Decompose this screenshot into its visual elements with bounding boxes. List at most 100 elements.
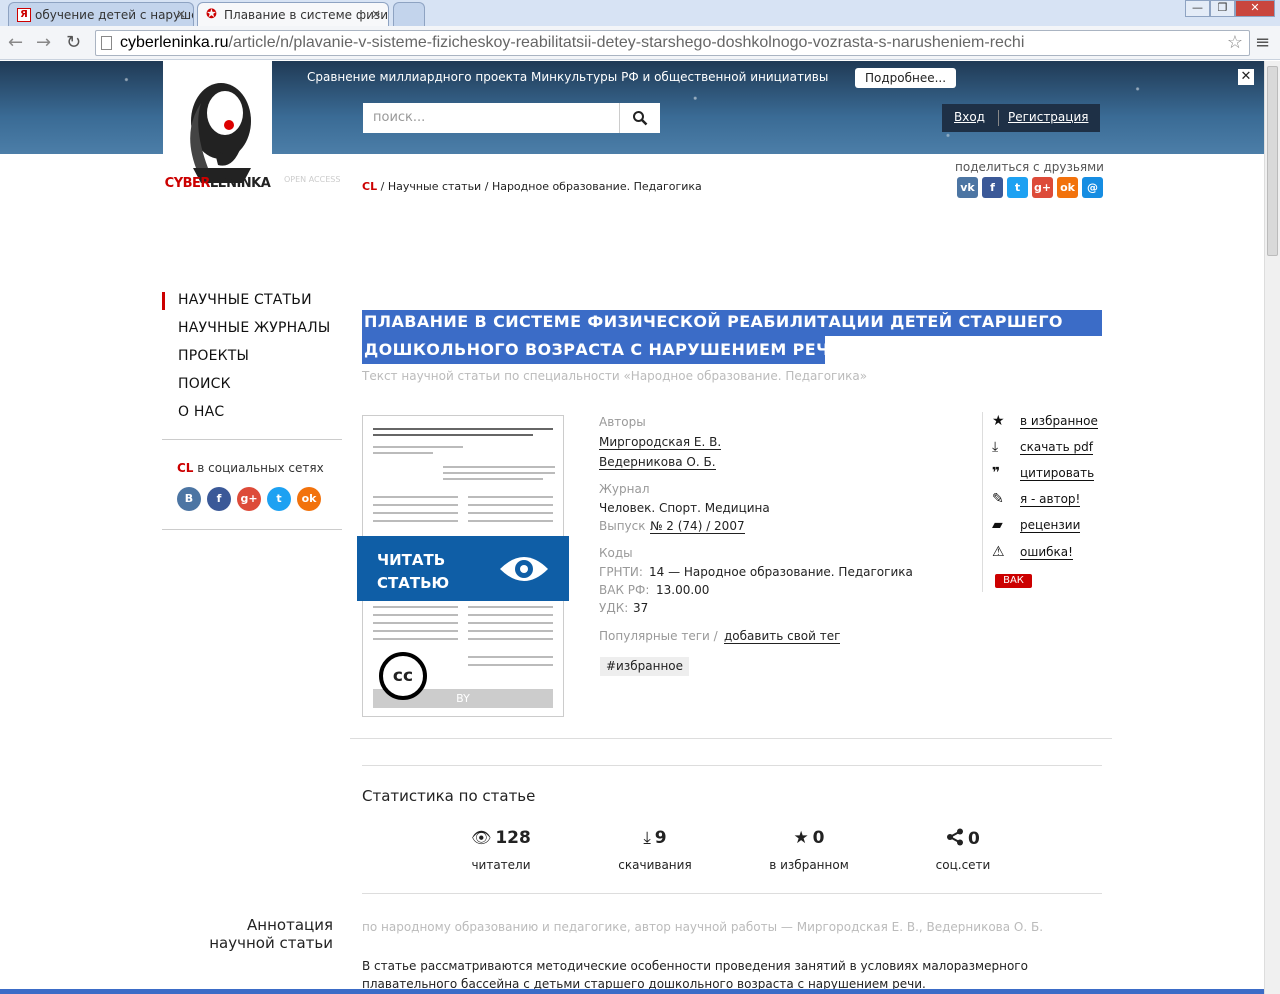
- twitter-icon[interactable]: t: [267, 487, 291, 511]
- more-button[interactable]: Подробнее...: [855, 68, 956, 88]
- mail-share-icon[interactable]: @: [1082, 177, 1103, 198]
- report-error-link[interactable]: ошибка!: [1020, 545, 1073, 560]
- site-logo[interactable]: [163, 61, 272, 231]
- vk-share-icon[interactable]: vk: [957, 177, 978, 198]
- vak-value: 13.00.00: [656, 583, 710, 597]
- stat-favorites: ★ 0 в избранном: [769, 828, 849, 872]
- close-window-button[interactable]: ✕: [1235, 0, 1275, 17]
- login-link[interactable]: Вход: [954, 110, 985, 124]
- creative-commons-icon: cc: [379, 652, 427, 700]
- search-button[interactable]: [619, 103, 660, 133]
- address-bar[interactable]: cyberleninka.ru/article/n/plavanie-v-sis…: [95, 30, 1250, 56]
- divider: [162, 529, 342, 530]
- share-icon: [947, 828, 964, 846]
- breadcrumb-item[interactable]: Научные статьи: [388, 180, 481, 193]
- bottom-bar: [0, 989, 1264, 994]
- star-icon: ★: [793, 828, 809, 848]
- article-title-line-2: ДОШКОЛЬНОГО ВОЗРАСТА С НАРУШЕНИЕМ РЕЧИ: [364, 340, 844, 359]
- google-plus-share-icon[interactable]: g+: [1032, 177, 1053, 198]
- issue-link[interactable]: № 2 (74) / 2007: [650, 519, 745, 534]
- odnoklassniki-icon[interactable]: ok: [297, 487, 321, 511]
- download-icon: ⤓: [992, 439, 999, 455]
- google-plus-icon[interactable]: g+: [237, 487, 261, 511]
- udk-value: 37: [633, 601, 649, 615]
- pen-icon: ✎: [992, 491, 1004, 507]
- twitter-share-icon[interactable]: t: [1007, 177, 1028, 198]
- star-icon: ★: [992, 413, 1005, 429]
- vak-label: ВАК РФ:: [599, 583, 650, 597]
- browser-tabbar: Я обучение детей с нарушен × ✪ Плавание …: [0, 0, 1280, 26]
- comments-icon: ▰: [992, 517, 1003, 533]
- tag-badge[interactable]: #избранное: [600, 657, 690, 676]
- new-tab-button[interactable]: [393, 2, 425, 26]
- reviews-link[interactable]: рецензии: [1020, 518, 1081, 533]
- cite-link[interactable]: цитировать: [1020, 466, 1095, 481]
- read-article-button[interactable]: ЧИТАТЬ СТАТЬЮ: [357, 536, 569, 601]
- register-link[interactable]: Регистрация: [1008, 110, 1088, 124]
- eye-icon: [500, 557, 548, 581]
- url-path: /article/n/plavanie-v-sisteme-fizichesko…: [228, 34, 1025, 51]
- i-am-author-link[interactable]: я - автор!: [1020, 492, 1081, 507]
- search-input[interactable]: поиск...: [363, 103, 619, 133]
- udk-label: УДК:: [599, 601, 629, 615]
- nav-item-projects[interactable]: ПРОЕКТЫ: [178, 348, 249, 364]
- close-icon[interactable]: ✕: [1238, 69, 1254, 85]
- tab-label: обучение детей с нарушен: [35, 8, 194, 22]
- facebook-share-icon[interactable]: f: [982, 177, 1003, 198]
- stat-social: 0 соц.сети: [935, 828, 991, 872]
- menu-icon[interactable]: ≡: [1255, 32, 1270, 53]
- lenin-head-icon: [190, 83, 251, 183]
- minimize-button[interactable]: —: [1185, 0, 1210, 17]
- divider: [162, 439, 342, 440]
- cl-logo[interactable]: CL: [362, 180, 377, 193]
- issue-label: Выпуск: [599, 519, 646, 533]
- codes-label: Коды: [599, 546, 633, 560]
- grnti-value: 14 — Народное образование. Педагогика: [649, 565, 913, 579]
- forward-icon[interactable]: →: [36, 32, 51, 53]
- facebook-icon[interactable]: f: [207, 487, 231, 511]
- vk-icon[interactable]: B: [177, 487, 201, 511]
- article-title-line-1: ПЛАВАНИЕ В СИСТЕМЕ ФИЗИЧЕСКОЙ РЕАБИЛИТАЦ…: [364, 312, 1063, 331]
- tags-label: Популярные теги /: [599, 629, 718, 643]
- bookmark-star-icon[interactable]: ☆: [1227, 32, 1243, 53]
- browser-tab-2[interactable]: ✪ Плавание в системе физич ×: [197, 2, 389, 26]
- quote-icon: ❞: [992, 465, 1001, 481]
- odnoklassniki-share-icon[interactable]: ok: [1057, 177, 1078, 198]
- back-icon[interactable]: ←: [8, 32, 23, 53]
- star-favicon-icon: ✪: [206, 7, 217, 22]
- share-label: поделиться с друзьями: [955, 160, 1104, 174]
- article-subtitle: Текст научной статьи по специальности «Н…: [362, 369, 868, 383]
- browser-tab-1[interactable]: Я обучение детей с нарушен ×: [8, 2, 194, 26]
- divider: [982, 412, 983, 592]
- author-link[interactable]: Ведерникова О. Б.: [599, 455, 716, 470]
- author-link[interactable]: Миргородская Е. В.: [599, 435, 722, 450]
- journal-name[interactable]: Человек. Спорт. Медицина: [599, 501, 770, 515]
- maximize-button[interactable]: ❐: [1210, 0, 1235, 17]
- add-favorite-link[interactable]: в избранное: [1020, 414, 1098, 429]
- auth-divider: [998, 110, 999, 126]
- nav-item-articles[interactable]: НАУЧНЫЕ СТАТЬИ: [178, 292, 312, 308]
- active-nav-marker: [162, 292, 165, 310]
- add-tag-link[interactable]: добавить свой тег: [724, 629, 841, 644]
- eye-icon: 👁: [471, 828, 492, 847]
- announcement-text: Сравнение миллиардного проекта Минкульту…: [307, 70, 829, 84]
- nav-item-journals[interactable]: НАУЧНЫЕ ЖУРНАЛЫ: [178, 320, 330, 336]
- breadcrumb: CL / Научные статьи / Народное образован…: [362, 180, 702, 193]
- nav-item-about[interactable]: О НАС: [178, 404, 224, 420]
- scrollbar-thumb[interactable]: [1267, 66, 1278, 256]
- nav-item-search[interactable]: ПОИСК: [178, 376, 231, 392]
- logo-wordmark: CYBERLENINKA: [164, 176, 271, 191]
- breadcrumb-item[interactable]: Народное образование. Педагогика: [492, 180, 702, 193]
- social-label: CL в социальных сетях: [177, 461, 324, 475]
- download-pdf-link[interactable]: скачать pdf: [1020, 440, 1093, 455]
- annotation-title: Аннотация научной статьи: [209, 916, 333, 952]
- tab-close-icon[interactable]: ×: [371, 7, 381, 21]
- open-access-logo: OPEN ACCESS: [284, 175, 341, 184]
- journal-label: Журнал: [599, 482, 650, 496]
- tab-close-icon[interactable]: ×: [176, 7, 186, 21]
- reload-icon[interactable]: ↻: [66, 32, 81, 53]
- stat-readers: 👁 128 читатели: [471, 828, 531, 872]
- stat-downloads: ⤓ 9 скачивания: [618, 828, 692, 872]
- yandex-favicon-icon: Я: [17, 8, 31, 22]
- auth-box: Вход Регистрация: [942, 104, 1100, 132]
